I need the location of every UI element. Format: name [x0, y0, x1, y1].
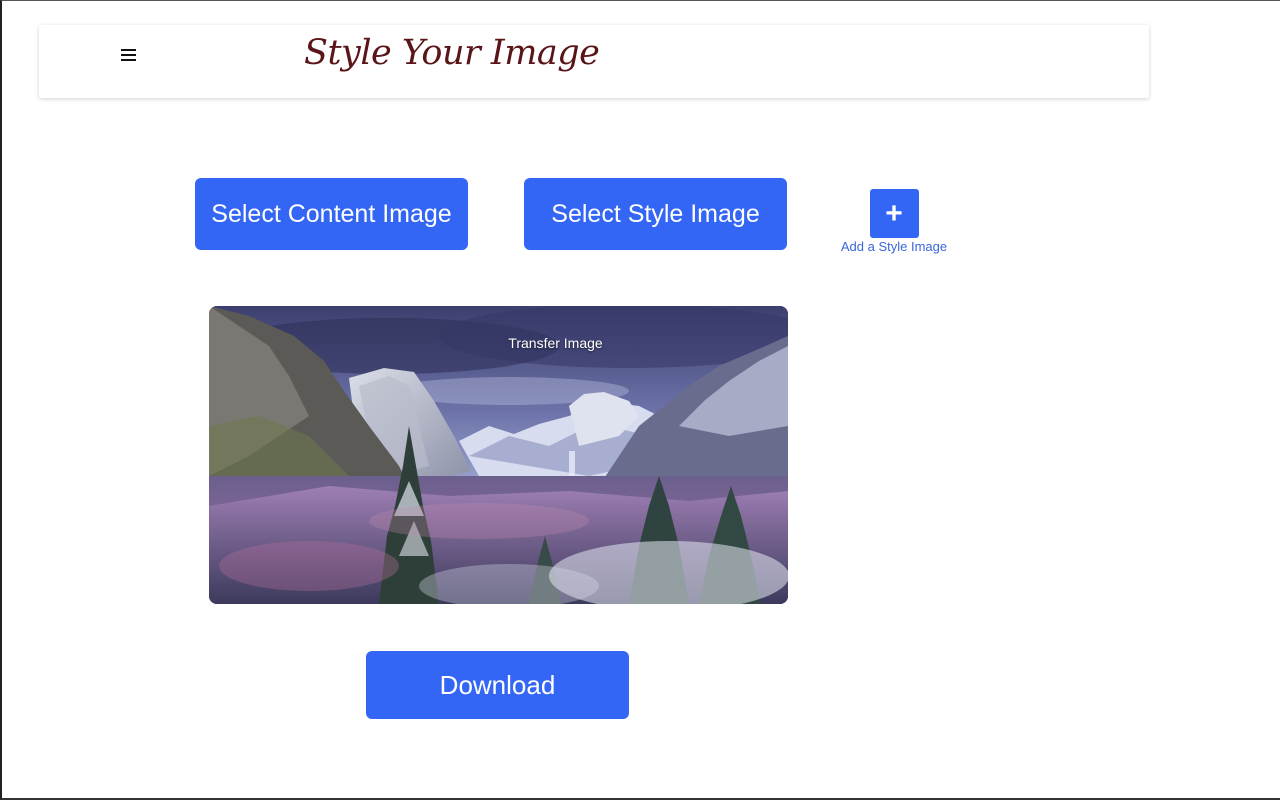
download-button[interactable]: Download [366, 651, 629, 719]
add-style-image-control: + Add a Style Image [838, 189, 950, 254]
transfer-image-preview: Transfer Image [209, 306, 788, 604]
app-title: Style Your Image [304, 33, 600, 73]
menu-bar [121, 49, 136, 51]
select-content-image-button[interactable]: Select Content Image [195, 178, 468, 250]
add-style-image-button[interactable]: + [869, 189, 919, 238]
menu-bar [121, 54, 136, 56]
app-window: Style Your Image Select Content Image Se… [0, 0, 1280, 800]
hamburger-menu-icon[interactable] [121, 47, 137, 63]
select-style-image-button[interactable]: Select Style Image [524, 178, 787, 250]
add-style-image-label[interactable]: Add a Style Image [838, 239, 950, 254]
transfer-image-label: Transfer Image [508, 335, 603, 351]
plus-icon: + [885, 196, 903, 230]
app-header: Style Your Image [39, 25, 1149, 98]
menu-bar [121, 59, 136, 61]
